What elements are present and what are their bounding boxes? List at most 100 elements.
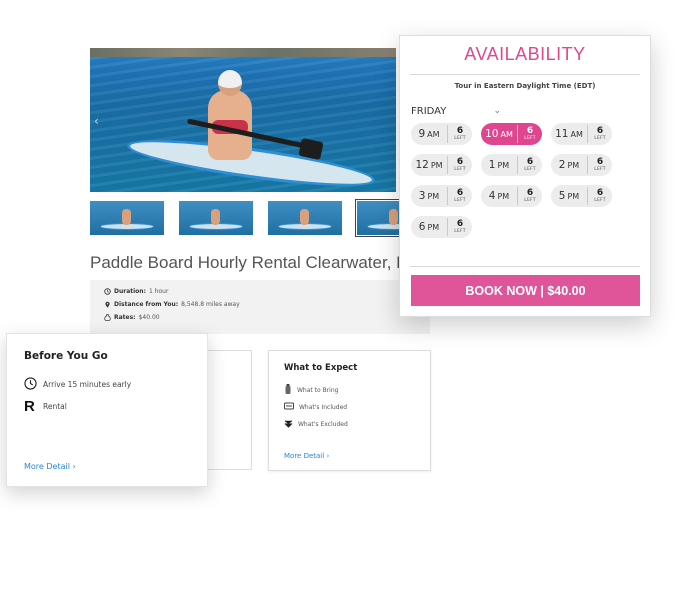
- slot-time: 3 PM: [411, 190, 447, 202]
- slot-hour: 9: [418, 128, 426, 140]
- slot-remaining-count: 6: [596, 156, 604, 167]
- availability-panel: AVAILABILITY Tour in Eastern Daylight Ti…: [399, 35, 651, 317]
- slot-time: 2 PM: [551, 159, 587, 171]
- slot-time: 11 AM: [551, 128, 587, 140]
- slot-remaining-count: 6: [456, 218, 464, 229]
- slot-ampm: AM: [500, 130, 513, 139]
- slot-remaining-count: 6: [456, 125, 464, 136]
- time-slot[interactable]: 1 PM 6 LEFT: [481, 154, 542, 176]
- slot-remaining: 6 LEFT: [588, 125, 612, 142]
- money-bag-icon: [104, 314, 111, 321]
- more-detail-text: More Detail: [284, 452, 325, 460]
- slot-remaining: 6 LEFT: [518, 126, 542, 142]
- time-slot[interactable]: 3 PM 6 LEFT: [411, 185, 472, 207]
- slot-remaining: 6 LEFT: [448, 187, 472, 204]
- distance-label: Distance from You:: [114, 301, 179, 308]
- slot-remaining-count: 6: [456, 187, 464, 198]
- excluded-icon: [284, 419, 293, 430]
- slot-ampm: PM: [567, 192, 580, 201]
- slot-remaining-label: LEFT: [524, 166, 536, 172]
- slot-remaining-label: LEFT: [524, 197, 536, 203]
- hero-image[interactable]: ‹: [90, 48, 396, 192]
- time-slot[interactable]: 2 PM 6 LEFT: [551, 154, 612, 176]
- slot-remaining-label: LEFT: [454, 166, 466, 172]
- timezone-note: Tour in Eastern Daylight Time (EDT): [454, 82, 596, 90]
- before-you-go-more-detail-link[interactable]: More Detail ›: [24, 462, 76, 471]
- divider: [410, 266, 640, 267]
- slot-remaining-count: 6: [596, 125, 604, 136]
- slot-remaining: 6 LEFT: [448, 125, 472, 142]
- slot-remaining: 6 LEFT: [448, 218, 472, 235]
- slot-hour: 2: [558, 159, 566, 171]
- slot-remaining-label: LEFT: [594, 166, 606, 172]
- slot-remaining-label: LEFT: [454, 228, 466, 234]
- availability-title: AVAILABILITY: [464, 44, 586, 64]
- slot-hour: 12: [415, 159, 429, 171]
- chevron-down-icon: ⌄: [493, 106, 501, 116]
- slot-hour: 5: [558, 190, 566, 202]
- before-you-go-title: Before You Go: [24, 350, 108, 362]
- whats-excluded-label: What's Excluded: [298, 421, 348, 428]
- slot-ampm: PM: [430, 161, 443, 170]
- rates-row: Rates: $40.00: [104, 314, 160, 321]
- time-slot[interactable]: 4 PM 6 LEFT: [481, 185, 542, 207]
- rates-value: $40.00: [138, 314, 160, 321]
- more-detail-text: More Detail: [24, 462, 70, 471]
- thumbnail-person: [211, 209, 220, 225]
- slot-ampm: PM: [567, 161, 580, 170]
- what-to-expect-more-detail-link[interactable]: More Detail ›: [284, 452, 329, 460]
- slot-time: 12 PM: [411, 159, 447, 171]
- slot-remaining-label: LEFT: [524, 135, 536, 141]
- slot-hour: 10: [485, 128, 499, 140]
- slot-remaining: 6 LEFT: [448, 156, 472, 173]
- slot-remaining-count: 6: [456, 156, 464, 167]
- rates-label: Rates:: [114, 314, 136, 321]
- gallery-thumbnail[interactable]: [90, 201, 164, 235]
- rental-r-icon: R: [24, 398, 35, 415]
- listing-info-box: Duration: 1 hour Distance from You: 8,54…: [90, 280, 430, 334]
- book-now-button[interactable]: BOOK NOW | $40.00: [411, 275, 640, 306]
- slot-hour: 11: [555, 128, 569, 140]
- time-slot-selected[interactable]: 10 AM 6 LEFT: [481, 123, 542, 145]
- time-slot[interactable]: 9 AM 6 LEFT: [411, 123, 472, 145]
- clock-icon: [104, 288, 111, 295]
- time-slot[interactable]: 6 PM 6 LEFT: [411, 216, 472, 238]
- time-slot[interactable]: 5 PM 6 LEFT: [551, 185, 612, 207]
- rental-item: R Rental: [24, 398, 67, 415]
- gallery-prev-icon[interactable]: ‹: [94, 114, 99, 128]
- map-pin-icon: [104, 301, 111, 308]
- slot-ampm: AM: [427, 130, 440, 139]
- gallery-thumbnail[interactable]: [268, 201, 342, 235]
- shoreline: [90, 48, 396, 57]
- slot-remaining: 6 LEFT: [588, 188, 612, 204]
- day-dropdown-value: FRIDAY: [411, 105, 447, 117]
- slot-ampm: PM: [497, 161, 510, 170]
- day-dropdown[interactable]: FRIDAY ⌄: [411, 104, 501, 118]
- chevron-right-icon: ›: [326, 452, 330, 460]
- time-slot[interactable]: 12 PM 6 LEFT: [411, 154, 472, 176]
- before-you-go-card: Before You Go Arrive 15 minutes early R …: [6, 333, 208, 487]
- person-head: [218, 70, 242, 96]
- slot-hour: 3: [418, 190, 426, 202]
- gallery-thumbnail[interactable]: [179, 201, 253, 235]
- slot-ampm: PM: [427, 223, 440, 232]
- slot-remaining-label: LEFT: [594, 197, 606, 203]
- chevron-right-icon: ›: [72, 462, 76, 471]
- what-to-expect-card: What to Expect What to Bring What's Incl…: [268, 350, 431, 471]
- time-slot[interactable]: 11 AM 6 LEFT: [551, 123, 612, 145]
- rental-label: Rental: [43, 402, 67, 411]
- duration-value: 1 hour: [148, 288, 169, 295]
- thumbnail-person: [122, 209, 131, 225]
- distance-row: Distance from You: 8,548.8 miles away: [104, 301, 240, 308]
- whats-included-item: What's Included: [284, 402, 347, 412]
- gallery-thumbnails: [90, 199, 433, 237]
- slot-time: 4 PM: [481, 190, 517, 202]
- slot-time: 6 PM: [411, 221, 447, 233]
- arrive-early-label: Arrive 15 minutes early: [43, 380, 132, 389]
- whats-excluded-item: What's Excluded: [284, 419, 348, 430]
- slot-remaining-count: 6: [526, 156, 534, 167]
- divider: [410, 74, 640, 75]
- what-to-bring-item: What to Bring: [284, 384, 338, 396]
- slot-remaining: 6 LEFT: [518, 156, 542, 173]
- slot-remaining-count: 6: [526, 187, 534, 198]
